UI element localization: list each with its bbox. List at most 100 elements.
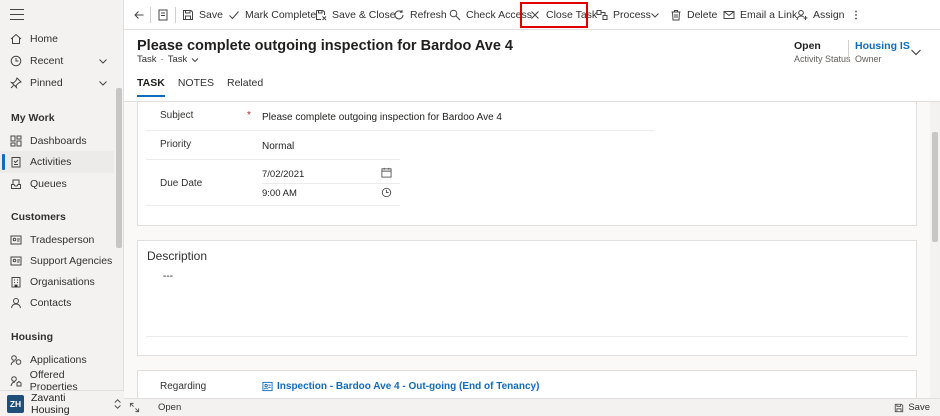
trash-icon xyxy=(671,10,681,21)
sidebar-item-label: Queues xyxy=(30,178,67,190)
chevron-down-icon xyxy=(651,13,659,18)
sidebar-item-contacts[interactable]: Contacts xyxy=(0,292,114,314)
queue-icon xyxy=(9,177,23,191)
save-icon xyxy=(895,403,904,412)
dot-separator: · xyxy=(160,54,164,65)
description-section: Description --- xyxy=(137,240,917,356)
sidebar-item-activities[interactable]: Activities xyxy=(0,151,114,173)
save-icon xyxy=(183,10,193,20)
delete-button[interactable]: Delete xyxy=(670,0,717,30)
save-button[interactable]: Save xyxy=(182,0,223,30)
tab-related[interactable]: Related xyxy=(227,77,263,97)
scrollbar-thumb[interactable] xyxy=(116,88,122,248)
tab-task[interactable]: TASK xyxy=(137,77,165,97)
sidebar-item-pinned[interactable]: Pinned xyxy=(0,72,114,94)
hamburger-menu-icon[interactable] xyxy=(10,9,24,21)
priority-select[interactable]: Normal xyxy=(262,141,294,152)
clock-icon[interactable] xyxy=(381,187,392,198)
save-close-button[interactable]: Save & Close xyxy=(315,0,396,30)
subject-input[interactable]: Please complete outgoing inspection for … xyxy=(262,112,502,123)
owner-link[interactable]: Housing IS xyxy=(855,40,910,52)
statusbar-save-button[interactable]: Save xyxy=(894,402,930,413)
calendar-icon[interactable] xyxy=(381,167,392,178)
header-expand-chevron-icon[interactable] xyxy=(910,46,922,58)
due-date-input[interactable]: 7/02/2021 xyxy=(262,169,304,180)
form-name: Task xyxy=(167,54,188,65)
sidebar-item-recent[interactable]: Recent xyxy=(0,50,114,72)
chevron-down-icon[interactable] xyxy=(98,78,108,88)
sidebar-item-label: Applications xyxy=(30,354,87,366)
entity-name: Task xyxy=(137,54,157,65)
page-title: Please complete outgoing inspection for … xyxy=(137,38,513,54)
person-add-icon xyxy=(796,10,808,21)
sidebar-item-support-agencies[interactable]: Support Agencies xyxy=(0,250,114,272)
contact-card-icon xyxy=(9,254,23,268)
process-icon xyxy=(596,10,608,20)
record-icon xyxy=(262,381,273,392)
form-scrollbar[interactable] xyxy=(930,102,940,398)
chevron-down-icon[interactable] xyxy=(98,56,108,66)
general-section: Subject * Please complete outgoing inspe… xyxy=(137,102,917,226)
mark-complete-button[interactable]: Mark Complete xyxy=(228,0,316,30)
more-commands-button[interactable] xyxy=(850,0,862,30)
priority-label: Priority xyxy=(160,139,192,150)
assign-button[interactable]: Assign xyxy=(796,0,845,30)
form-selector[interactable]: Task · Task xyxy=(137,54,199,65)
chevron-updown-icon[interactable] xyxy=(111,397,124,411)
chevron-down-icon xyxy=(191,57,199,62)
scrollbar-thumb[interactable] xyxy=(932,132,938,242)
checkmark-icon xyxy=(229,11,239,20)
area-name: Zavanti Housing xyxy=(31,391,70,416)
left-navigation: Home Recent Pinned My Work Dashboards Ac… xyxy=(0,0,124,398)
sidebar-item-home[interactable]: Home xyxy=(0,28,114,50)
close-icon xyxy=(531,11,539,19)
sidebar-item-tradesperson[interactable]: Tradesperson xyxy=(0,229,114,251)
sidebar-item-label: Contacts xyxy=(30,297,72,309)
separator xyxy=(848,40,849,62)
divider xyxy=(146,159,400,160)
status-bar: Open Save xyxy=(124,398,940,416)
refresh-button[interactable]: Refresh xyxy=(393,0,447,30)
more-vertical-icon xyxy=(855,10,857,20)
record-status: Open xyxy=(158,402,182,413)
area-switcher[interactable]: ZH Zavanti Housing xyxy=(0,390,124,416)
sidebar-item-label: Support Agencies xyxy=(30,255,113,267)
person-icon xyxy=(9,296,23,310)
separator xyxy=(150,7,151,23)
section-title-customers: Customers xyxy=(11,211,66,223)
dashboard-icon xyxy=(9,134,23,148)
process-dropdown-button[interactable] xyxy=(649,0,661,30)
sidebar-item-queues[interactable]: Queues xyxy=(0,173,114,195)
status-value: Open xyxy=(794,40,821,52)
owner-label: Owner xyxy=(855,54,882,64)
close-task-button[interactable]: Close Task xyxy=(529,0,597,30)
form-view-button[interactable] xyxy=(157,0,169,30)
form-tabs: TASK NOTES Related xyxy=(137,77,263,97)
back-button[interactable] xyxy=(133,0,145,30)
sidebar-scrollbar[interactable] xyxy=(115,28,123,390)
sidebar-item-label: Tradesperson xyxy=(30,234,95,246)
divider xyxy=(146,205,400,206)
regarding-section: Regarding Inspection - Bardoo Ave 4 - Ou… xyxy=(137,370,917,398)
property-icon xyxy=(9,374,23,388)
header-field-status: Open Activity Status xyxy=(794,40,851,64)
section-title-my-work: My Work xyxy=(11,112,55,124)
regarding-lookup-link[interactable]: Inspection - Bardoo Ave 4 - Out-going (E… xyxy=(262,381,539,392)
process-button[interactable]: Process xyxy=(596,0,651,30)
tab-notes[interactable]: NOTES xyxy=(178,77,214,97)
sidebar-item-applications[interactable]: Applications xyxy=(0,349,114,371)
divider xyxy=(146,336,908,337)
check-access-button[interactable]: Check Access xyxy=(449,0,532,30)
sidebar-item-dashboards[interactable]: Dashboards xyxy=(0,130,114,152)
separator xyxy=(175,7,176,23)
description-textarea[interactable]: --- xyxy=(163,271,173,282)
building-icon xyxy=(9,275,23,289)
header-field-owner: Housing IS Owner xyxy=(855,40,910,64)
sidebar-item-label: Activities xyxy=(30,156,72,168)
sidebar-item-offered-properties[interactable]: Offered Properties xyxy=(0,369,114,393)
expand-icon[interactable] xyxy=(129,402,140,413)
applications-icon xyxy=(9,353,23,367)
sidebar-item-organisations[interactable]: Organisations xyxy=(0,271,114,293)
due-time-input[interactable]: 9:00 AM xyxy=(262,188,297,199)
email-link-button[interactable]: Email a Link xyxy=(723,0,797,30)
